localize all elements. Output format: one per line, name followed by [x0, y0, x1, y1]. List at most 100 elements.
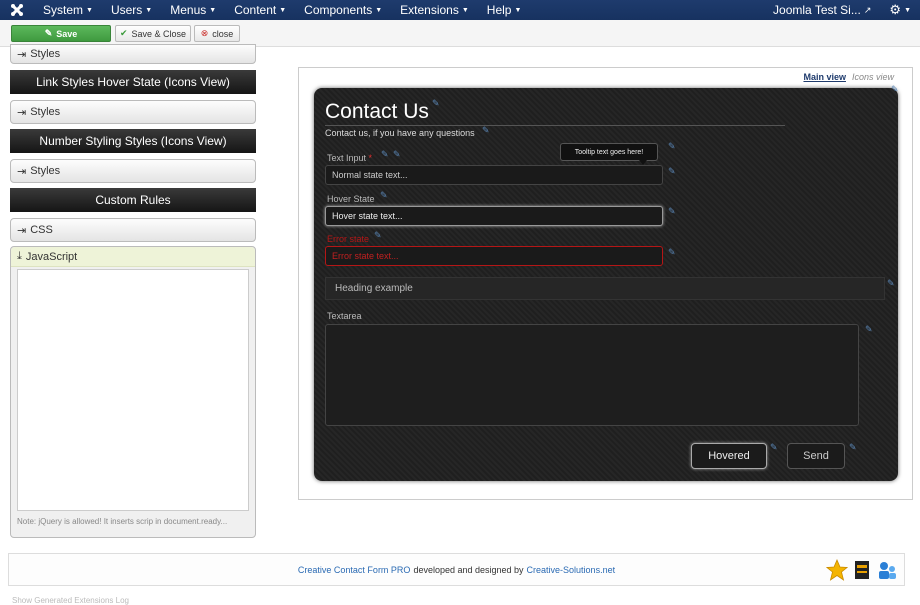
form-preview: Main view Icons view ✎ Contact Us ✎ Cont… — [298, 67, 913, 500]
site-link[interactable]: Joomla Test Si... ↗ — [764, 3, 880, 17]
star-icon[interactable] — [825, 558, 849, 583]
close-icon: ⊗ — [200, 28, 209, 38]
message-textarea[interactable] — [325, 324, 859, 426]
contact-form: ✎ Contact Us ✎ Contact us, if you have a… — [314, 84, 899, 481]
edit-pen-icon[interactable]: ✎ — [770, 442, 778, 453]
edit-pen-icon[interactable]: ✎ — [668, 206, 676, 217]
javascript-label: JavaScript — [25, 250, 78, 263]
top-navbar: System ▼ Users ▼ Menus ▼ Content ▼ Component… — [0, 0, 920, 20]
chevron-down-icon: ▼ — [461, 6, 469, 14]
settings-menu[interactable]: ⚙ ▼ — [880, 2, 920, 18]
heading-example: Heading example — [325, 277, 885, 300]
required-mark: * — [368, 153, 373, 163]
menu-users-label: Users — [110, 3, 143, 17]
expand-icon: ⇥ — [17, 224, 27, 237]
edit-pen-icon[interactable]: ✎ — [380, 190, 388, 201]
support-icon[interactable] — [876, 559, 898, 583]
expand-icon: ⇥ — [17, 165, 27, 178]
edit-pen-icon[interactable]: ✎ — [432, 98, 440, 109]
css-toggle[interactable]: ⇥ CSS — [10, 218, 256, 242]
checkmark-icon: ✔ — [119, 28, 128, 38]
menu-system-label: System — [43, 3, 84, 17]
js-note: Note: jQuery is allowed! It inserts scri… — [17, 517, 228, 526]
save-close-button[interactable]: ✔ Save & Close — [115, 25, 191, 42]
close-button-label: close — [212, 28, 234, 39]
form-subtitle: Contact us, if you have any questions — [325, 128, 475, 138]
edit-pen-icon[interactable]: ✎ — [374, 230, 382, 241]
joomla-logo-icon[interactable] — [0, 0, 34, 20]
styles-toggle-link-hover[interactable]: ⇥ Styles — [10, 100, 256, 124]
edit-pen-icon[interactable]: ✎ — [668, 141, 676, 152]
edit-pen-icon[interactable]: ✎ — [668, 166, 676, 177]
text-input-label: Text Input * — [327, 153, 372, 163]
external-link-icon: ↗ — [863, 4, 872, 15]
close-button[interactable]: ⊗ close — [194, 25, 240, 42]
edit-pen-icon[interactable]: ✎ — [381, 149, 389, 160]
tab-icons-view[interactable]: Icons view — [852, 72, 894, 82]
menu-components-label: Components — [304, 3, 373, 17]
gear-icon: ⚙ — [889, 2, 902, 17]
textarea-label: Textarea — [327, 311, 362, 321]
save-icon: ✎ — [44, 28, 53, 38]
menu-system[interactable]: System ▼ — [34, 3, 102, 17]
edit-pen-icon[interactable]: ✎ — [482, 125, 490, 136]
view-tabs: Main view Icons view — [803, 72, 894, 82]
send-button[interactable]: Send — [787, 443, 845, 469]
footer-text: developed and designed by — [413, 564, 524, 575]
error-state-input[interactable]: Error state text... — [325, 246, 663, 266]
menu-content-label: Content — [234, 3, 277, 17]
edit-pen-icon[interactable]: ✎ — [393, 149, 401, 160]
custom-rules-heading: Custom Rules — [10, 188, 256, 212]
menu-help-label: Help — [486, 3, 512, 17]
text-input-label-text: Text Input — [327, 153, 367, 163]
chevron-down-icon: ▼ — [514, 6, 522, 14]
styles-label: Styles — [30, 48, 61, 60]
title-divider — [325, 125, 785, 126]
edit-pen-icon[interactable]: ✎ — [891, 84, 899, 95]
styles-toggle-top[interactable]: ⇥ Styles — [10, 44, 256, 64]
tab-main-view[interactable]: Main view — [803, 72, 846, 82]
save-close-button-label: Save & Close — [131, 28, 187, 39]
chevron-down-icon: ▼ — [375, 6, 383, 14]
menu-users[interactable]: Users ▼ — [102, 3, 161, 17]
expand-icon: ⇥ — [17, 48, 27, 61]
chevron-down-icon: ▼ — [86, 6, 93, 14]
tooltip: Tooltip text goes here! — [560, 143, 658, 165]
save-button[interactable]: ✎ Save — [11, 25, 111, 42]
link-hover-heading: Link Styles Hover State (Icons View) — [10, 70, 256, 94]
toolbar: ✎ Save ✔ Save & Close ⊗ close — [0, 20, 920, 47]
menu-extensions[interactable]: Extensions ▼ — [391, 3, 478, 17]
site-name: Joomla Test Si... — [773, 3, 861, 17]
menu-help[interactable]: Help ▼ — [478, 3, 531, 17]
normal-state-input[interactable]: Normal state text... — [325, 165, 663, 185]
footer-icons — [825, 558, 898, 583]
chevron-down-icon: ▼ — [904, 6, 911, 14]
styles-label: Styles — [30, 165, 61, 177]
collapse-icon: ⤓ — [17, 250, 22, 262]
menu-menus-label: Menus — [170, 3, 207, 17]
javascript-toggle[interactable]: ⤓ JavaScript — [11, 247, 255, 267]
expand-icon: ⇥ — [17, 106, 27, 119]
hover-state-input[interactable]: Hover state text... — [325, 206, 663, 226]
product-link[interactable]: Creative Contact Form PRO — [298, 565, 411, 575]
menu-components[interactable]: Components ▼ — [295, 3, 391, 17]
css-label: CSS — [30, 224, 53, 236]
company-link[interactable]: Creative-Solutions.net — [527, 565, 616, 575]
footer: Creative Contact Form PRO developed and … — [8, 553, 905, 586]
hovered-button[interactable]: Hovered — [691, 443, 767, 469]
chevron-down-icon: ▼ — [279, 6, 287, 14]
javascript-panel: ⤓ JavaScript Note: jQuery is allowed! It … — [10, 246, 256, 538]
edit-pen-icon[interactable]: ✎ — [865, 324, 873, 335]
styles-label: Styles — [30, 106, 61, 118]
styles-toggle-number-styling[interactable]: ⇥ Styles — [10, 159, 256, 183]
box-icon[interactable] — [852, 559, 872, 583]
javascript-editor[interactable] — [17, 269, 249, 511]
edit-pen-icon[interactable]: ✎ — [849, 442, 857, 453]
menu-content[interactable]: Content ▼ — [225, 3, 295, 17]
edit-pen-icon[interactable]: ✎ — [668, 247, 676, 258]
edit-pen-icon[interactable]: ✎ — [887, 278, 895, 289]
menu-menus[interactable]: Menus ▼ — [161, 3, 225, 17]
save-button-label: Save — [56, 28, 78, 39]
hover-state-label: Hover State — [327, 194, 375, 204]
menu-extensions-label: Extensions — [400, 3, 459, 17]
